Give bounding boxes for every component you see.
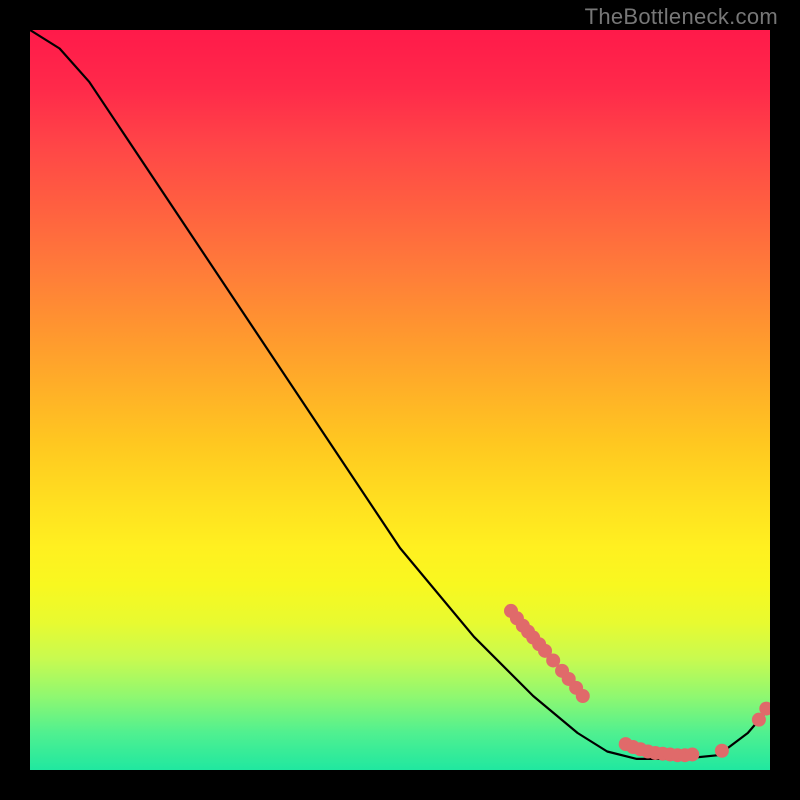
chart-data-points	[504, 604, 770, 762]
chart-data-point	[715, 744, 729, 758]
chart-data-point	[576, 689, 590, 703]
chart-plot-area	[30, 30, 770, 770]
watermark-text: TheBottleneck.com	[585, 4, 778, 30]
chart-curve	[30, 30, 770, 759]
chart-overlay	[30, 30, 770, 770]
chart-data-point	[685, 747, 699, 761]
